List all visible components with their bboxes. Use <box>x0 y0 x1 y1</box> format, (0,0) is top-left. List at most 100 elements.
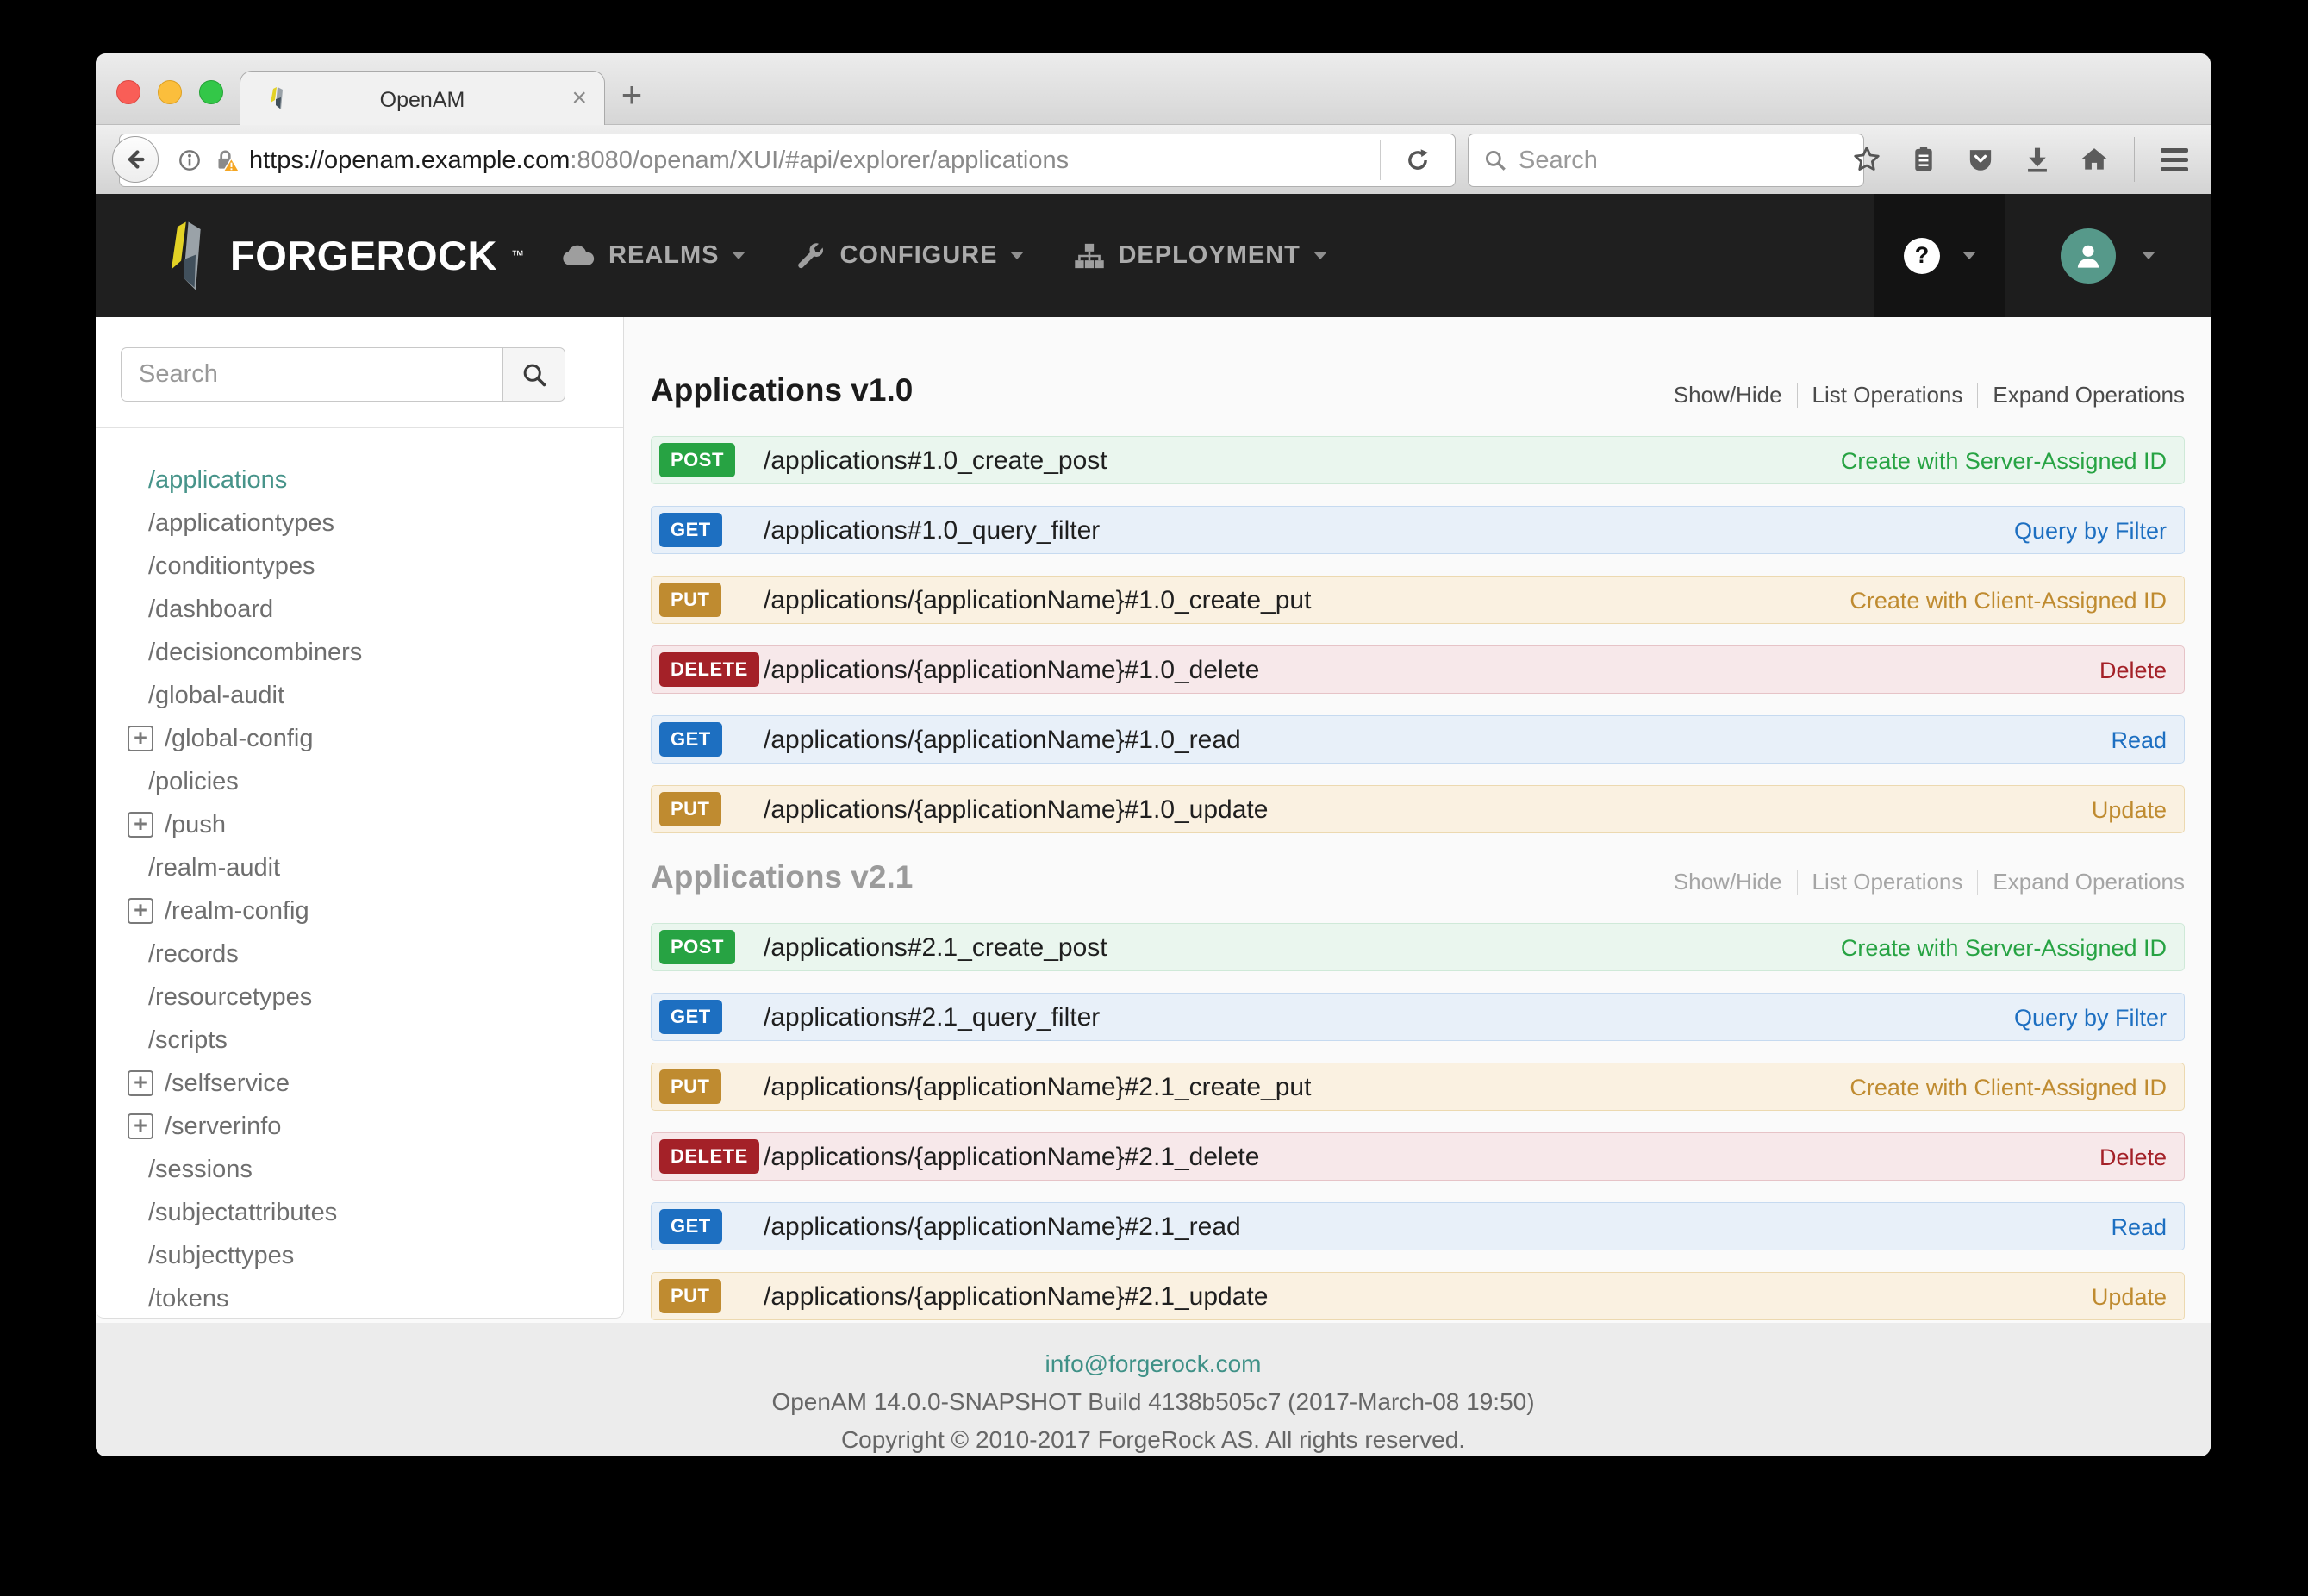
sidebar-endpoint-item[interactable]: /dashboard <box>96 588 623 631</box>
operations-toggle-link[interactable]: Expand Operations <box>1978 869 2185 895</box>
sidebar-search-input[interactable] <box>121 347 502 402</box>
sidebar-endpoint-item[interactable]: /records <box>96 932 623 976</box>
operation-action-link[interactable]: Update <box>2092 786 2167 834</box>
endpoint-label: /policies <box>148 767 239 795</box>
api-operation-row[interactable]: DELETE /applications/{applicationName}#1… <box>651 645 2185 694</box>
sidebar-endpoint-item[interactable]: /realm-audit <box>96 846 623 889</box>
http-method-badge: GET <box>659 513 722 547</box>
sidebar-endpoint-item[interactable]: /tokens <box>96 1277 623 1320</box>
operation-action-link[interactable]: Read <box>2111 1203 2167 1251</box>
page-info-icon[interactable] <box>177 147 203 173</box>
sidebar-endpoint-item[interactable]: + /global-config <box>96 717 623 760</box>
api-operation-row[interactable]: GET /applications/{applicationName}#2.1_… <box>651 1202 2185 1250</box>
api-operation-row[interactable]: GET /applications#2.1_query_filter Query… <box>651 993 2185 1041</box>
sidebar-endpoint-item[interactable]: /subjecttypes <box>96 1234 623 1277</box>
download-icon[interactable] <box>2020 145 2055 174</box>
menu-hamburger-icon[interactable] <box>2157 147 2192 171</box>
expand-plus-icon[interactable]: + <box>128 898 153 924</box>
sidebar-endpoint-item[interactable]: + /push <box>96 803 623 846</box>
sidebar-endpoint-item[interactable]: + /serverinfo <box>96 1105 623 1148</box>
operation-action-link[interactable]: Create with Server-Assigned ID <box>1841 437 2167 485</box>
operation-action-link[interactable]: Delete <box>2099 646 2167 695</box>
nav-item-realms[interactable]: REALMS <box>561 241 746 271</box>
api-operation-row[interactable]: POST /applications#1.0_create_post Creat… <box>651 436 2185 484</box>
url-bar[interactable]: https://openam.example.com:8080/openam/X… <box>119 134 1456 187</box>
sidebar-endpoint-item[interactable]: + /realm-config <box>96 889 623 932</box>
tab-title: OpenAM <box>379 88 465 112</box>
operation-action-link[interactable]: Delete <box>2099 1133 2167 1181</box>
browser-search-input[interactable] <box>1519 146 1850 175</box>
operation-rows: POST /applications#2.1_create_post Creat… <box>651 923 2185 1320</box>
bookmark-star-icon[interactable] <box>1850 144 1884 175</box>
operations-toggle-link[interactable]: Show/Hide <box>1659 382 1797 408</box>
help-icon: ? <box>1904 237 1940 274</box>
insecure-lock-warning-icon[interactable] <box>211 146 240 175</box>
footer-email-link[interactable]: info@forgerock.com <box>96 1345 2211 1383</box>
expand-plus-icon[interactable]: + <box>128 1070 153 1096</box>
browser-search-box[interactable] <box>1468 134 1864 187</box>
operation-path: /applications/{applicationName}#1.0_dele… <box>764 656 1260 684</box>
sidebar-endpoint-item[interactable]: /applicationtypes <box>96 502 623 545</box>
api-operation-row[interactable]: PUT /applications/{applicationName}#2.1_… <box>651 1272 2185 1320</box>
operation-action-link[interactable]: Query by Filter <box>2014 994 2167 1042</box>
endpoint-label: /realm-config <box>165 896 309 925</box>
operations-toggle-link[interactable]: List Operations <box>1798 382 1978 408</box>
sidebar-endpoint-item[interactable]: /applications <box>96 458 623 502</box>
reload-button[interactable] <box>1381 147 1455 174</box>
expand-plus-icon[interactable]: + <box>128 1113 153 1139</box>
expand-plus-icon[interactable]: + <box>128 812 153 838</box>
nav-label-realms: REALMS <box>608 241 720 269</box>
sidebar-endpoint-item[interactable]: /conditiontypes <box>96 545 623 588</box>
http-method-badge: DELETE <box>659 652 759 687</box>
api-operation-row[interactable]: GET /applications#1.0_query_filter Query… <box>651 506 2185 554</box>
home-icon[interactable] <box>2077 144 2112 175</box>
sidebar-endpoint-item[interactable]: /resourcetypes <box>96 976 623 1019</box>
brand-trademark: ™ <box>511 248 524 263</box>
pocket-icon[interactable] <box>1963 145 1998 174</box>
nav-item-configure[interactable]: CONFIGURE <box>795 240 1025 271</box>
zoom-window-button[interactable] <box>199 80 223 104</box>
api-operation-row[interactable]: DELETE /applications/{applicationName}#2… <box>651 1132 2185 1181</box>
sidebar-endpoint-item[interactable]: /global-audit <box>96 674 623 717</box>
sidebar-endpoint-item[interactable]: /policies <box>96 760 623 803</box>
new-tab-button[interactable]: + <box>613 74 651 115</box>
user-menu[interactable] <box>2005 194 2211 317</box>
help-menu[interactable]: ? <box>1874 194 2005 317</box>
operation-action-link[interactable]: Query by Filter <box>2014 507 2167 555</box>
api-operation-row[interactable]: POST /applications#2.1_create_post Creat… <box>651 923 2185 971</box>
endpoint-label: /global-audit <box>148 681 284 709</box>
operations-toggle-link[interactable]: List Operations <box>1798 869 1978 895</box>
sidebar-endpoint-item[interactable]: /decisioncombiners <box>96 631 623 674</box>
api-operation-row[interactable]: PUT /applications/{applicationName}#1.0_… <box>651 785 2185 833</box>
close-window-button[interactable] <box>116 80 140 104</box>
user-icon <box>2077 245 2099 268</box>
close-tab-icon[interactable]: × <box>571 84 587 113</box>
sidebar-endpoint-item[interactable]: /scripts <box>96 1019 623 1062</box>
footer-copyright: Copyright © 2010-2017 ForgeRock AS. All … <box>840 1426 1466 1453</box>
sidebar-endpoint-item[interactable]: /sessions <box>96 1148 623 1191</box>
operations-toggle-link[interactable]: Expand Operations <box>1978 382 2185 408</box>
api-operation-row[interactable]: GET /applications/{applicationName}#1.0_… <box>651 715 2185 764</box>
api-operation-row[interactable]: PUT /applications/{applicationName}#2.1_… <box>651 1063 2185 1111</box>
sidebar-search-button[interactable] <box>502 347 565 402</box>
chevron-down-icon <box>1313 252 1327 259</box>
back-button[interactable] <box>112 136 159 183</box>
bookmarks-list-icon[interactable] <box>1906 145 1941 174</box>
operation-action-link[interactable]: Read <box>2111 716 2167 764</box>
url-text[interactable]: https://openam.example.com:8080/openam/X… <box>249 147 1380 175</box>
nav-item-deployment[interactable]: DEPLOYMENT <box>1074 240 1327 271</box>
url-path: :8080/openam/XUI/#api/explorer/applicati… <box>570 146 1070 174</box>
api-operation-row[interactable]: PUT /applications/{applicationName}#1.0_… <box>651 576 2185 624</box>
minimize-window-button[interactable] <box>158 80 182 104</box>
browser-tab-openam[interactable]: OpenAM × <box>240 71 605 126</box>
expand-plus-icon[interactable]: + <box>128 726 153 751</box>
operation-action-link[interactable]: Create with Client-Assigned ID <box>1850 577 2167 625</box>
forgerock-brand[interactable]: FORGEROCK ™ <box>163 194 524 317</box>
sidebar-endpoint-item[interactable]: /subjectattributes <box>96 1191 623 1234</box>
operations-toggle-link[interactable]: Show/Hide <box>1659 869 1797 895</box>
sidebar-endpoint-item[interactable]: + /selfservice <box>96 1062 623 1105</box>
wrench-icon <box>798 242 824 268</box>
operation-action-link[interactable]: Update <box>2092 1273 2167 1321</box>
operation-action-link[interactable]: Create with Server-Assigned ID <box>1841 924 2167 972</box>
operation-action-link[interactable]: Create with Client-Assigned ID <box>1850 1063 2167 1112</box>
